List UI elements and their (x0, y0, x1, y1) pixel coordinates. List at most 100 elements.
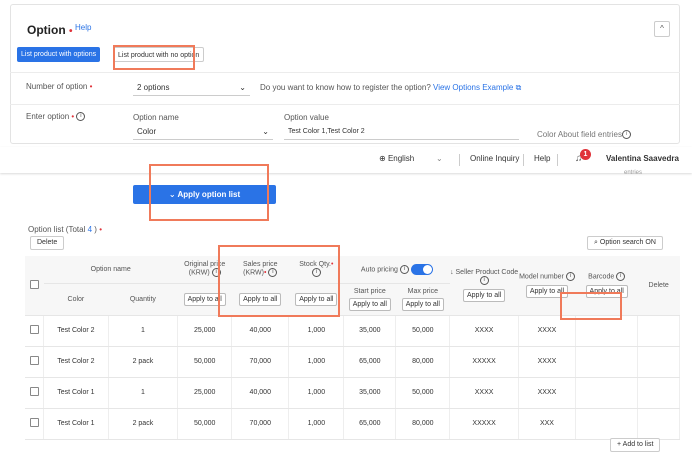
barcode-cell[interactable] (575, 346, 639, 378)
option-list-title: Option list (Total 4 ) • (28, 225, 102, 234)
sales-price-cell[interactable]: 40,000 (231, 377, 290, 409)
stock-cell[interactable]: 1,000 (288, 377, 345, 409)
color-cell: Test Color 2 (43, 315, 109, 347)
register-help-text: Do you want to know how to register the … (260, 83, 522, 92)
info-icon: i (621, 130, 631, 140)
user-name[interactable]: Valentina Saavedra (606, 154, 679, 163)
option-value-label: Option value (284, 113, 329, 122)
option-title: Option • (27, 23, 73, 37)
original-price-cell[interactable]: 50,000 (177, 346, 233, 378)
option-card: Option • Help ^ (10, 4, 680, 144)
option-name-label: Option name (133, 113, 179, 122)
chevron-down-icon[interactable]: ⌄ (436, 154, 443, 163)
seller-code-apply-all[interactable]: Apply to all (462, 288, 506, 302)
info-icon: i (616, 272, 626, 282)
tab-with-options[interactable]: List product with options (17, 47, 101, 62)
original-price-cell[interactable]: 50,000 (177, 408, 233, 440)
table-row: Test Color 1 2 pack 50,000 70,000 1,000 … (25, 408, 680, 440)
color-cell: Test Color 1 (43, 377, 109, 409)
barcode-cell[interactable] (575, 408, 639, 440)
start-price-cell[interactable]: 35,000 (343, 315, 397, 347)
table-row: Test Color 2 2 pack 50,000 70,000 1,000 … (25, 346, 680, 378)
quantity-header: Quantity (108, 283, 178, 316)
max-price-apply-all[interactable]: Apply to all (401, 297, 444, 311)
globe-icon: ⊕ (379, 154, 386, 163)
model-cell[interactable]: XXXX (518, 346, 577, 378)
sales-price-cell[interactable]: 70,000 (231, 408, 290, 440)
max-price-cell[interactable]: 50,000 (395, 315, 451, 347)
start-price-cell[interactable]: 65,000 (343, 346, 397, 378)
help-link[interactable]: Help (75, 23, 91, 32)
table-row: Test Color 1 1 25,000 40,000 1,000 35,00… (25, 377, 680, 409)
color-cell: Test Color 1 (43, 408, 109, 440)
sales-price-cell[interactable]: 40,000 (231, 315, 290, 347)
max-price-cell[interactable]: 50,000 (395, 377, 451, 409)
option-table: Option name Original price (KRW) i Sales… (25, 256, 680, 440)
collapse-icon[interactable]: ^ (654, 21, 670, 37)
search-icon: ⌕ (594, 239, 598, 246)
auto-pricing-header: Auto pricing i (343, 256, 450, 284)
start-price-apply-all[interactable]: Apply to all (348, 297, 391, 311)
max-price-cell[interactable]: 80,000 (395, 346, 451, 378)
online-inquiry-link[interactable]: Online Inquiry (470, 154, 519, 163)
delete-header: Delete (637, 256, 680, 316)
seller-code-cell[interactable]: XXXX (449, 315, 519, 347)
divider (10, 104, 680, 105)
select-all-checkbox[interactable] (29, 279, 39, 289)
add-to-list-button[interactable]: + Add to list (610, 438, 661, 452)
number-of-option-label: Number of option • (26, 82, 93, 91)
model-cell[interactable]: XXXX (518, 377, 577, 409)
number-of-option-select[interactable]: 2 options ⌄ (133, 80, 250, 96)
row-checkbox[interactable] (29, 356, 39, 365)
separator (557, 154, 558, 166)
chevron-down-icon: ⌄ (239, 83, 246, 92)
start-price-cell[interactable]: 35,000 (343, 377, 397, 409)
seller-code-cell[interactable]: XXXX (449, 377, 519, 409)
start-price-cell[interactable]: 65,000 (343, 408, 397, 440)
stock-cell[interactable]: 1,000 (288, 315, 345, 347)
barcode-cell[interactable] (575, 377, 639, 409)
stock-cell[interactable]: 1,000 (288, 408, 345, 440)
option-value-input[interactable]: Test Color 1,Test Color 2 (284, 124, 519, 140)
start-price-header: Start price Apply to all (343, 283, 396, 316)
info-icon: i (565, 272, 575, 282)
seller-code-header: ↓ Seller Product Code i Apply to all (449, 256, 519, 316)
row-checkbox-cell (25, 408, 45, 440)
auto-pricing-toggle[interactable] (410, 263, 433, 275)
row-checkbox[interactable] (29, 418, 39, 427)
row-checkbox[interactable] (29, 387, 39, 396)
enter-option-label: Enter option • i (26, 112, 86, 122)
entries-clipped-text: entries (624, 170, 643, 176)
view-options-example-link[interactable]: View Options Example (433, 83, 513, 92)
sales-price-cell[interactable]: 70,000 (231, 346, 290, 378)
separator (459, 154, 460, 166)
delete-cell[interactable] (637, 346, 680, 378)
highlight-box (560, 292, 622, 320)
select-all-cell (25, 256, 44, 316)
model-cell[interactable]: XXX (518, 408, 577, 440)
help-menu[interactable]: Help (534, 154, 550, 163)
info-icon: i (76, 112, 86, 122)
original-price-cell[interactable]: 25,000 (177, 377, 233, 409)
color-header: Color (43, 283, 109, 316)
stock-cell[interactable]: 1,000 (288, 346, 345, 378)
notification-badge: 1 (580, 149, 591, 160)
row-checkbox-cell (25, 315, 45, 347)
original-price-cell[interactable]: 25,000 (177, 315, 233, 347)
delete-cell[interactable] (637, 377, 680, 409)
delete-cell[interactable] (637, 315, 680, 347)
seller-code-cell[interactable]: XXXXX (449, 408, 519, 440)
option-search-toggle[interactable]: ⌕ Option search ON (587, 236, 663, 250)
seller-code-cell[interactable]: XXXXX (449, 346, 519, 378)
delete-button[interactable]: Delete (30, 236, 65, 250)
external-link-icon: ⧉ (515, 83, 522, 92)
max-price-cell[interactable]: 80,000 (395, 408, 451, 440)
option-name-select[interactable]: Color ⌄ (133, 124, 273, 140)
delete-cell[interactable] (637, 408, 680, 440)
quantity-cell: 2 pack (108, 346, 179, 378)
row-checkbox-cell (25, 377, 45, 409)
info-icon: i (399, 264, 409, 274)
quantity-cell: 2 pack (108, 408, 179, 440)
row-checkbox[interactable] (29, 325, 39, 334)
language-select[interactable]: ⊕ English (379, 154, 414, 163)
